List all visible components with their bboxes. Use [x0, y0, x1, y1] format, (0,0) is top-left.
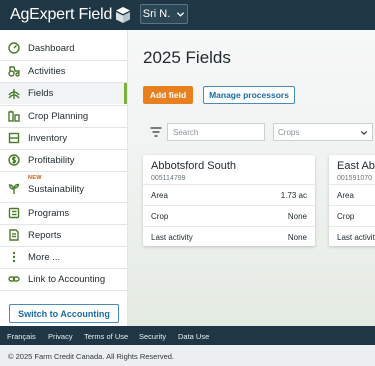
sidebar-item-fields[interactable]: Fields — [0, 83, 127, 104]
sidebar: Dashboard Activities Fields Crop Plannin… — [0, 30, 128, 326]
sidebar-item-label: Activities — [28, 65, 66, 77]
crops-select[interactable]: Crops — [273, 123, 373, 141]
sidebar-item-crop-planning[interactable]: Crop Planning — [0, 106, 127, 126]
brand-logo[interactable]: AgExpert Field — [10, 5, 131, 25]
row-label: Crop — [337, 212, 355, 221]
dashboard-icon — [8, 42, 20, 54]
sidebar-item-inventory[interactable]: Inventory — [0, 128, 127, 148]
switch-to-accounting-button[interactable]: Switch to Accounting — [9, 304, 119, 323]
sidebar-item-more[interactable]: More ... — [0, 247, 127, 267]
footer-link-francais[interactable]: Français — [7, 332, 36, 341]
sidebar-item-link-to-accounting[interactable]: Link to Accounting — [0, 269, 127, 289]
footer-link-data-use[interactable]: Data Use — [178, 332, 209, 341]
row-value: 1.73 ac — [280, 191, 307, 200]
sidebar-item-dashboard[interactable]: Dashboard — [0, 38, 127, 58]
field-last-activity-row: Last activity None — [143, 226, 315, 246]
user-name: Sri N. — [142, 8, 171, 20]
row-label: Area — [337, 191, 354, 200]
row-label: Crop — [151, 212, 169, 221]
crops-select-label: Crops — [278, 127, 300, 137]
copyright-text: © 2025 Farm Credit Canada. All Rights Re… — [8, 352, 175, 361]
field-card[interactable]: Abbotsford South 005114799 Area 1.73 ac … — [143, 155, 315, 246]
sidebar-item-profitability[interactable]: Profitability — [0, 150, 127, 170]
row-label: Last activity — [337, 233, 375, 242]
inventory-icon — [8, 132, 20, 144]
user-menu-button[interactable]: Sri N. — [140, 4, 188, 24]
dollar-icon — [8, 154, 20, 166]
field-card[interactable]: East Abb 001591070 Area Crop Last activi… — [329, 155, 375, 246]
row-value: None — [287, 212, 307, 221]
add-field-button[interactable]: Add field — [143, 86, 193, 104]
tractor-icon — [8, 65, 20, 77]
logo-icon — [116, 7, 131, 23]
chevron-down-icon — [177, 11, 185, 17]
filter-icon[interactable] — [150, 127, 162, 137]
sidebar-item-label: Fields — [28, 88, 54, 99]
field-id: 001591070 — [337, 175, 373, 182]
chevron-down-icon — [360, 130, 368, 136]
sidebar-item-programs[interactable]: Programs — [0, 203, 127, 223]
row-label: Last activity — [151, 233, 193, 242]
sidebar-item-label: Link to Accounting — [28, 273, 106, 285]
sidebar-item-label: More ... — [28, 251, 61, 263]
page-title: 2025 Fields — [143, 48, 231, 67]
reports-icon — [8, 229, 20, 241]
footer-link-security[interactable]: Security — [139, 332, 166, 341]
new-badge: NEW — [28, 175, 42, 181]
field-name: Abbotsford South — [151, 160, 237, 172]
sidebar-item-sustainability[interactable]: NEW Sustainability — [0, 172, 127, 201]
top-bar: AgExpert Field Sri N. — [0, 0, 375, 30]
sidebar-item-reports[interactable]: Reports — [0, 225, 127, 245]
sidebar-item-label: Reports — [28, 229, 62, 241]
main-content: 2025 Fields Add field Manage processors … — [128, 30, 375, 326]
field-last-activity-row: Last activity — [329, 226, 375, 246]
footer-link-privacy[interactable]: Privacy — [48, 332, 73, 341]
field-crop-row: Crop None — [143, 205, 315, 226]
field-name: East Abb — [337, 160, 375, 172]
link-icon — [8, 273, 20, 285]
sidebar-item-label: Programs — [28, 207, 70, 219]
fields-icon — [8, 88, 20, 100]
sidebar-item-label: Dashboard — [28, 42, 75, 54]
sidebar-item-label: Inventory — [28, 132, 68, 144]
sidebar-item-activities[interactable]: Activities — [0, 61, 127, 81]
footer: © 2025 Farm Credit Canada. All Rights Re… — [0, 345, 375, 366]
row-label: Area — [151, 191, 168, 200]
row-value: None — [287, 233, 307, 242]
brand-name: AgExpert Field — [10, 6, 113, 23]
sprout-icon — [8, 183, 20, 195]
sidebar-item-label: Crop Planning — [28, 110, 89, 122]
manage-processors-button[interactable]: Manage processors — [203, 86, 295, 104]
crop-planning-icon — [8, 110, 20, 122]
sidebar-item-label: Profitability — [28, 154, 75, 166]
sidebar-item-label: Sustainability — [28, 184, 84, 195]
field-area-row: Area 1.73 ac — [143, 184, 315, 205]
field-crop-row: Crop — [329, 205, 375, 226]
footer-links-bar: Français Privacy Terms of Use Security D… — [0, 326, 375, 345]
search-input[interactable]: Search — [167, 123, 265, 141]
field-area-row: Area — [329, 184, 375, 205]
more-vertical-icon — [8, 251, 20, 263]
field-id: 005114799 — [151, 175, 186, 182]
divider — [0, 290, 127, 291]
programs-icon — [8, 207, 20, 219]
footer-link-terms[interactable]: Terms of Use — [84, 332, 128, 341]
